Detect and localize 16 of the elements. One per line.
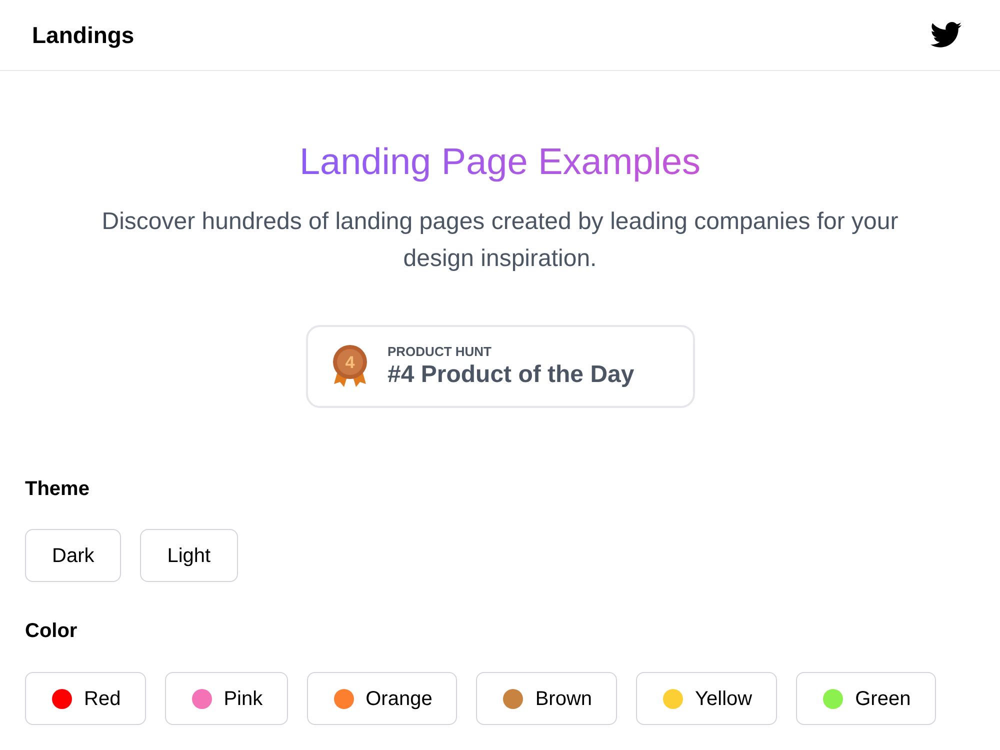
color-button[interactable]: Pink	[164, 672, 288, 725]
bird-icon[interactable]	[930, 22, 962, 48]
color-button[interactable]: Green	[796, 672, 936, 725]
badge-title: #4 Product of the Day	[388, 360, 634, 390]
color-button[interactable]: Yellow	[636, 672, 778, 725]
page-subtitle: Discover hundreds of landing pages created by leading companies for your design inspiration.	[100, 207, 900, 274]
brand-name[interactable]: Landings	[32, 18, 134, 52]
badge-eyebrow: PRODUCT HUNT	[388, 344, 492, 360]
color-button[interactable]: Red	[25, 672, 146, 725]
theme-button[interactable]: Dark	[25, 529, 122, 582]
color-button[interactable]: Brown	[476, 672, 618, 725]
theme-button[interactable]: Light	[140, 529, 238, 582]
color-button[interactable]: Orange	[306, 672, 458, 725]
section-label: Color	[25, 619, 78, 644]
award-badge[interactable]: 4 PRODUCT HUNT #4 Product of the Day	[306, 325, 694, 408]
section-label: Theme	[25, 477, 90, 502]
